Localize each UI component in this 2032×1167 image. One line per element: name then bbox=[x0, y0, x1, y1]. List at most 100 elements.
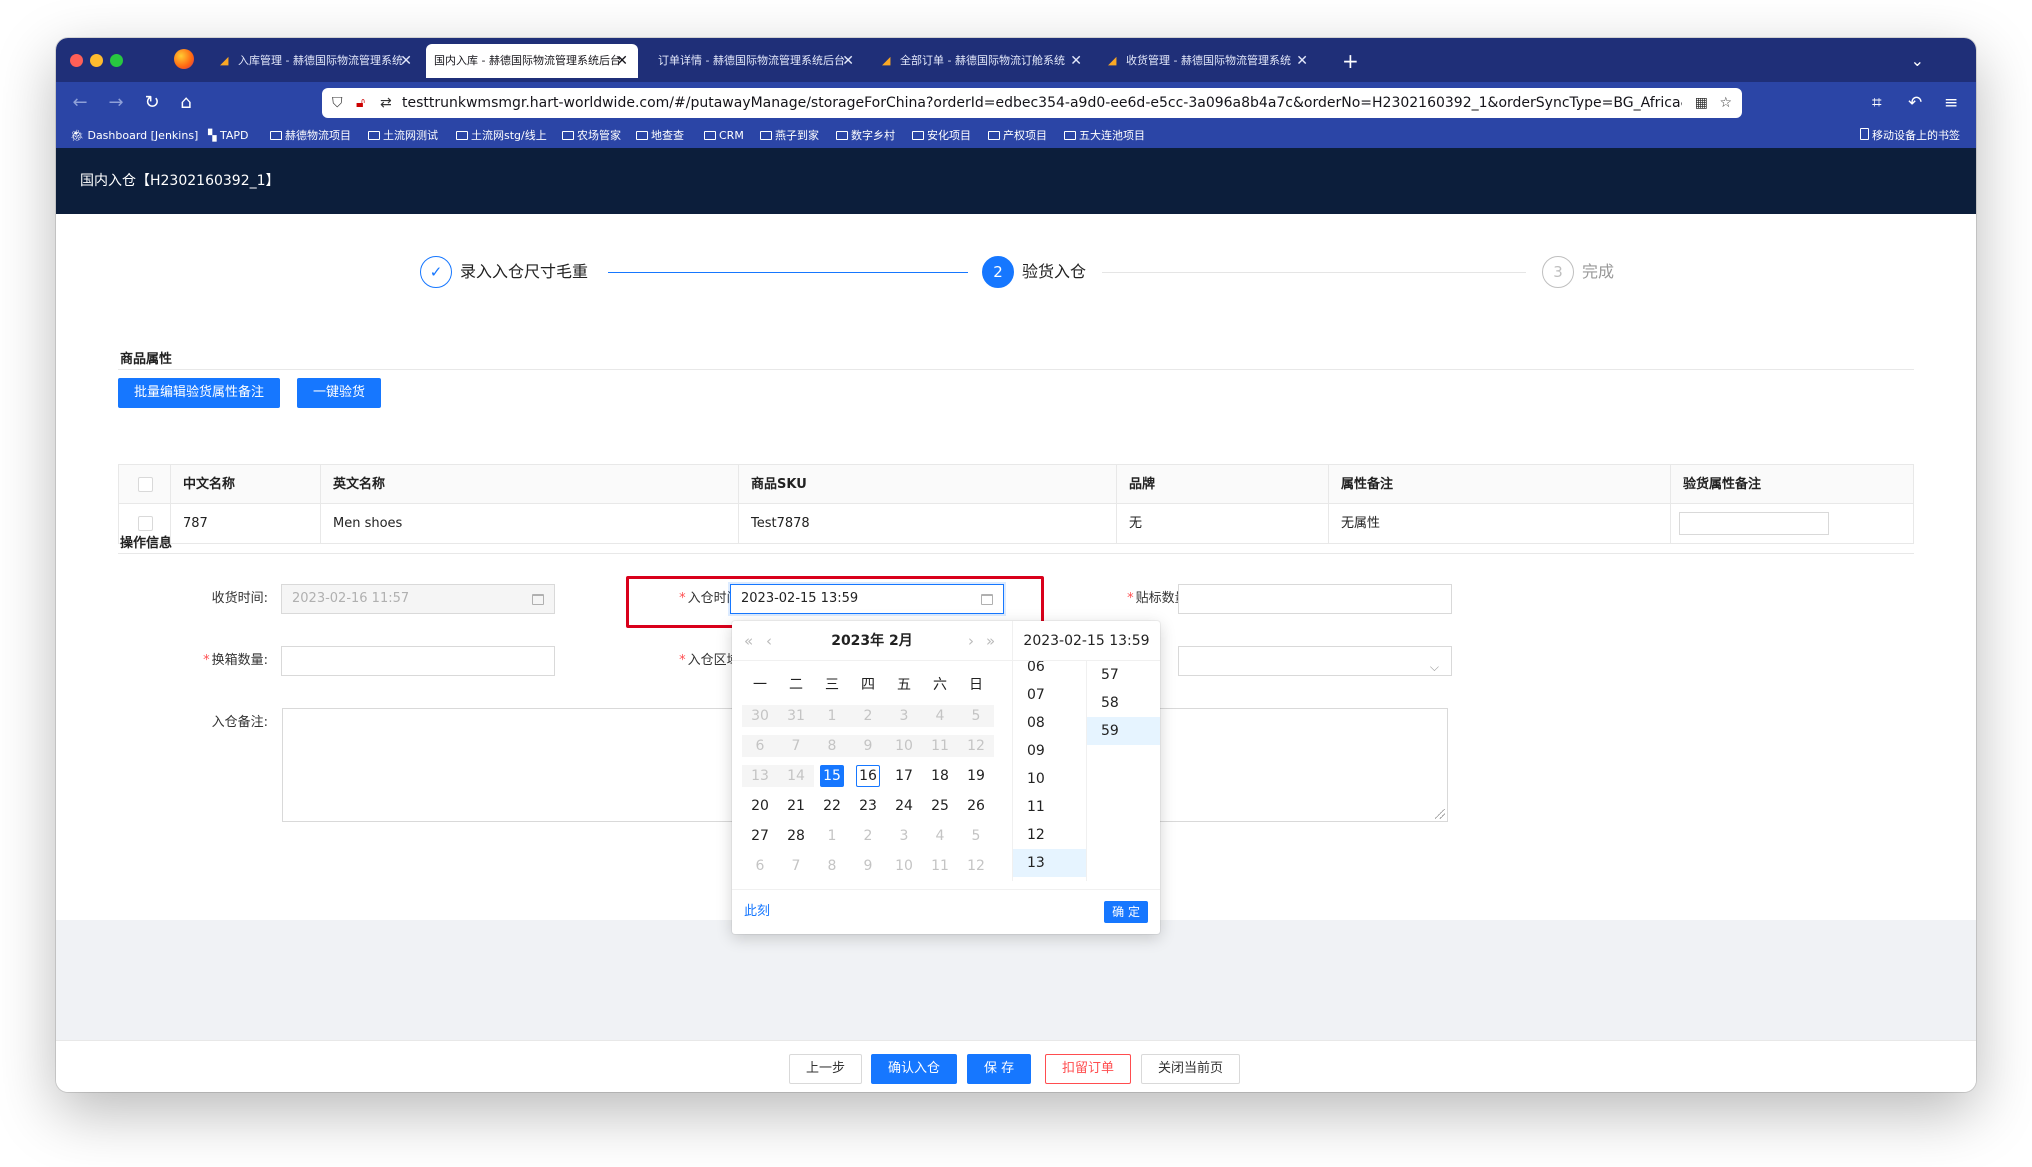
calendar-day[interactable]: 11 bbox=[922, 855, 958, 877]
close-tab-icon[interactable]: ✕ bbox=[1070, 44, 1082, 78]
browser-tab[interactable]: ◢ 收货管理 - 赫德国际物流管理系统 ✕ bbox=[1096, 44, 1318, 78]
calendar-day-today[interactable]: 16 bbox=[850, 765, 886, 787]
forward-arrow-icon[interactable]: → bbox=[102, 89, 130, 117]
close-tab-icon[interactable]: ✕ bbox=[616, 44, 628, 78]
next-month-icon[interactable]: › bbox=[968, 621, 974, 661]
crop-icon[interactable]: ⌗ bbox=[1872, 89, 1882, 117]
inspect-note-input[interactable] bbox=[1679, 512, 1829, 535]
close-tab-icon[interactable]: ✕ bbox=[842, 44, 854, 78]
calendar-day[interactable]: 11 bbox=[922, 735, 958, 757]
label-qty-input[interactable] bbox=[1178, 584, 1452, 614]
hour-option-selected[interactable]: 13 bbox=[1013, 849, 1086, 877]
resize-handle-icon[interactable] bbox=[1435, 809, 1445, 819]
next-year-icon[interactable]: » bbox=[986, 621, 995, 661]
bookmark-folder[interactable]: CRM bbox=[704, 124, 744, 148]
bookmark-folder[interactable]: 地查查 bbox=[636, 124, 684, 148]
bookmark-folder[interactable]: 土流网stg/线上 bbox=[456, 124, 547, 148]
now-link[interactable]: 此刻 bbox=[744, 902, 770, 922]
calendar-day[interactable]: 4 bbox=[922, 825, 958, 847]
hour-option[interactable]: 12 bbox=[1013, 821, 1086, 849]
calendar-day[interactable]: 23 bbox=[850, 795, 886, 817]
calendar-day[interactable]: 25 bbox=[922, 795, 958, 817]
maximize-window-button[interactable] bbox=[110, 54, 123, 67]
save-button[interactable]: 保 存 bbox=[967, 1054, 1032, 1084]
calendar-day[interactable]: 13 bbox=[742, 765, 778, 787]
close-tab-icon[interactable]: ✕ bbox=[1296, 44, 1308, 78]
browser-tab[interactable]: 订单详情 - 赫德国际物流管理系统后台 ✕ bbox=[644, 44, 864, 78]
picker-ok-button[interactable]: 确 定 bbox=[1104, 901, 1148, 923]
calendar-day[interactable]: 7 bbox=[778, 855, 814, 877]
calendar-day[interactable]: 19 bbox=[958, 765, 994, 787]
hold-order-button[interactable]: 扣留订单 bbox=[1045, 1054, 1132, 1084]
calendar-day[interactable]: 5 bbox=[958, 705, 994, 727]
calendar-day[interactable]: 9 bbox=[850, 855, 886, 877]
firefox-icon[interactable] bbox=[174, 49, 194, 69]
calendar-day[interactable]: 30 bbox=[742, 705, 778, 727]
hour-option[interactable]: 06 bbox=[1013, 661, 1086, 681]
bookmark-folder[interactable]: 五大连池项目 bbox=[1064, 124, 1145, 148]
one-click-inspect-button[interactable]: 一键验货 bbox=[297, 378, 382, 408]
minute-option[interactable]: 57 bbox=[1087, 661, 1160, 689]
calendar-day[interactable]: 1 bbox=[814, 825, 850, 847]
url-text[interactable]: testtrunkwmsmgr.hart-worldwide.com/#/put… bbox=[402, 88, 1682, 118]
browser-tab[interactable]: ◢ 入库管理 - 赫德国际物流管理系统 ✕ bbox=[208, 44, 422, 78]
permissions-icon[interactable]: ⇄ bbox=[380, 92, 392, 114]
undo-icon[interactable]: ↶ bbox=[1908, 89, 1922, 117]
bookmark-item[interactable]: 🐞︎ Dashboard [Jenkins] bbox=[70, 124, 198, 148]
hour-option[interactable]: 14 bbox=[1013, 877, 1086, 881]
bookmark-folder[interactable]: 赫德物流项目 bbox=[270, 124, 351, 148]
calendar-day[interactable]: 3 bbox=[886, 825, 922, 847]
calendar-day[interactable]: 9 bbox=[850, 735, 886, 757]
calendar-day[interactable]: 20 bbox=[742, 795, 778, 817]
minute-option[interactable]: 58 bbox=[1087, 689, 1160, 717]
hour-option[interactable]: 09 bbox=[1013, 737, 1086, 765]
calendar-day[interactable]: 10 bbox=[886, 855, 922, 877]
home-icon[interactable]: ⌂ bbox=[172, 89, 200, 117]
calendar-day[interactable]: 3 bbox=[886, 705, 922, 727]
calendar-day[interactable]: 5 bbox=[958, 825, 994, 847]
browser-tab[interactable]: ◢ 全部订单 - 赫德国际物流订舱系统 ✕ bbox=[870, 44, 1092, 78]
select-all-checkbox[interactable] bbox=[138, 477, 153, 492]
calendar-day[interactable]: 28 bbox=[778, 825, 814, 847]
calendar-day[interactable]: 12 bbox=[958, 735, 994, 757]
bookmark-folder[interactable]: 数字乡村 bbox=[836, 124, 895, 148]
reload-icon[interactable]: ↻ bbox=[138, 89, 166, 117]
menu-icon[interactable]: ≡ bbox=[1944, 89, 1958, 117]
calendar-day-selected[interactable]: 15 bbox=[814, 765, 850, 787]
confirm-inbound-button[interactable]: 确认入仓 bbox=[871, 1054, 958, 1084]
calendar-day[interactable]: 27 bbox=[742, 825, 778, 847]
close-tab-icon[interactable]: ✕ bbox=[400, 44, 412, 78]
shield-icon[interactable]: ⛉ bbox=[332, 92, 343, 114]
calendar-day[interactable]: 8 bbox=[814, 735, 850, 757]
calendar-day[interactable]: 21 bbox=[778, 795, 814, 817]
calendar-day[interactable]: 31 bbox=[778, 705, 814, 727]
prev-step-button[interactable]: 上一步 bbox=[789, 1054, 863, 1084]
bookmark-folder[interactable]: 安化项目 bbox=[912, 124, 971, 148]
calendar-day[interactable]: 24 bbox=[886, 795, 922, 817]
minute-column[interactable]: 57 58 59 bbox=[1086, 661, 1160, 881]
bookmark-folder[interactable]: 燕子到家 bbox=[760, 124, 819, 148]
calendar-day[interactable]: 18 bbox=[922, 765, 958, 787]
calendar-day[interactable]: 22 bbox=[814, 795, 850, 817]
bookmark-folder[interactable]: 土流网测试 bbox=[368, 124, 438, 148]
calendar-day[interactable]: 1 bbox=[814, 705, 850, 727]
calendar-day[interactable]: 26 bbox=[958, 795, 994, 817]
url-bar[interactable]: ⛉ 🔓︎ ⇄ testtrunkwmsmgr.hart-worldwide.co… bbox=[322, 88, 1742, 118]
calendar-day[interactable]: 2 bbox=[850, 825, 886, 847]
calendar-day[interactable]: 2 bbox=[850, 705, 886, 727]
insecure-lock-icon[interactable]: 🔓︎ bbox=[356, 92, 365, 114]
back-arrow-icon[interactable]: ← bbox=[66, 89, 94, 117]
hidden-select[interactable]: ⌵ bbox=[1178, 646, 1452, 676]
bookmark-folder[interactable]: 产权项目 bbox=[988, 124, 1047, 148]
calendar-day[interactable]: 12 bbox=[958, 855, 994, 877]
hour-column[interactable]: 06 07 08 09 10 11 12 13 14 bbox=[1012, 661, 1086, 881]
bookmark-folder[interactable]: 农场管家 bbox=[562, 124, 621, 148]
hour-option[interactable]: 07 bbox=[1013, 681, 1086, 709]
calendar-day[interactable]: 17 bbox=[886, 765, 922, 787]
new-tab-icon[interactable]: + bbox=[1342, 44, 1359, 78]
box-qty-input[interactable] bbox=[281, 646, 555, 676]
calendar-day[interactable]: 8 bbox=[814, 855, 850, 877]
calendar-day[interactable]: 6 bbox=[742, 735, 778, 757]
hour-option[interactable]: 11 bbox=[1013, 793, 1086, 821]
calendar-day[interactable]: 4 bbox=[922, 705, 958, 727]
